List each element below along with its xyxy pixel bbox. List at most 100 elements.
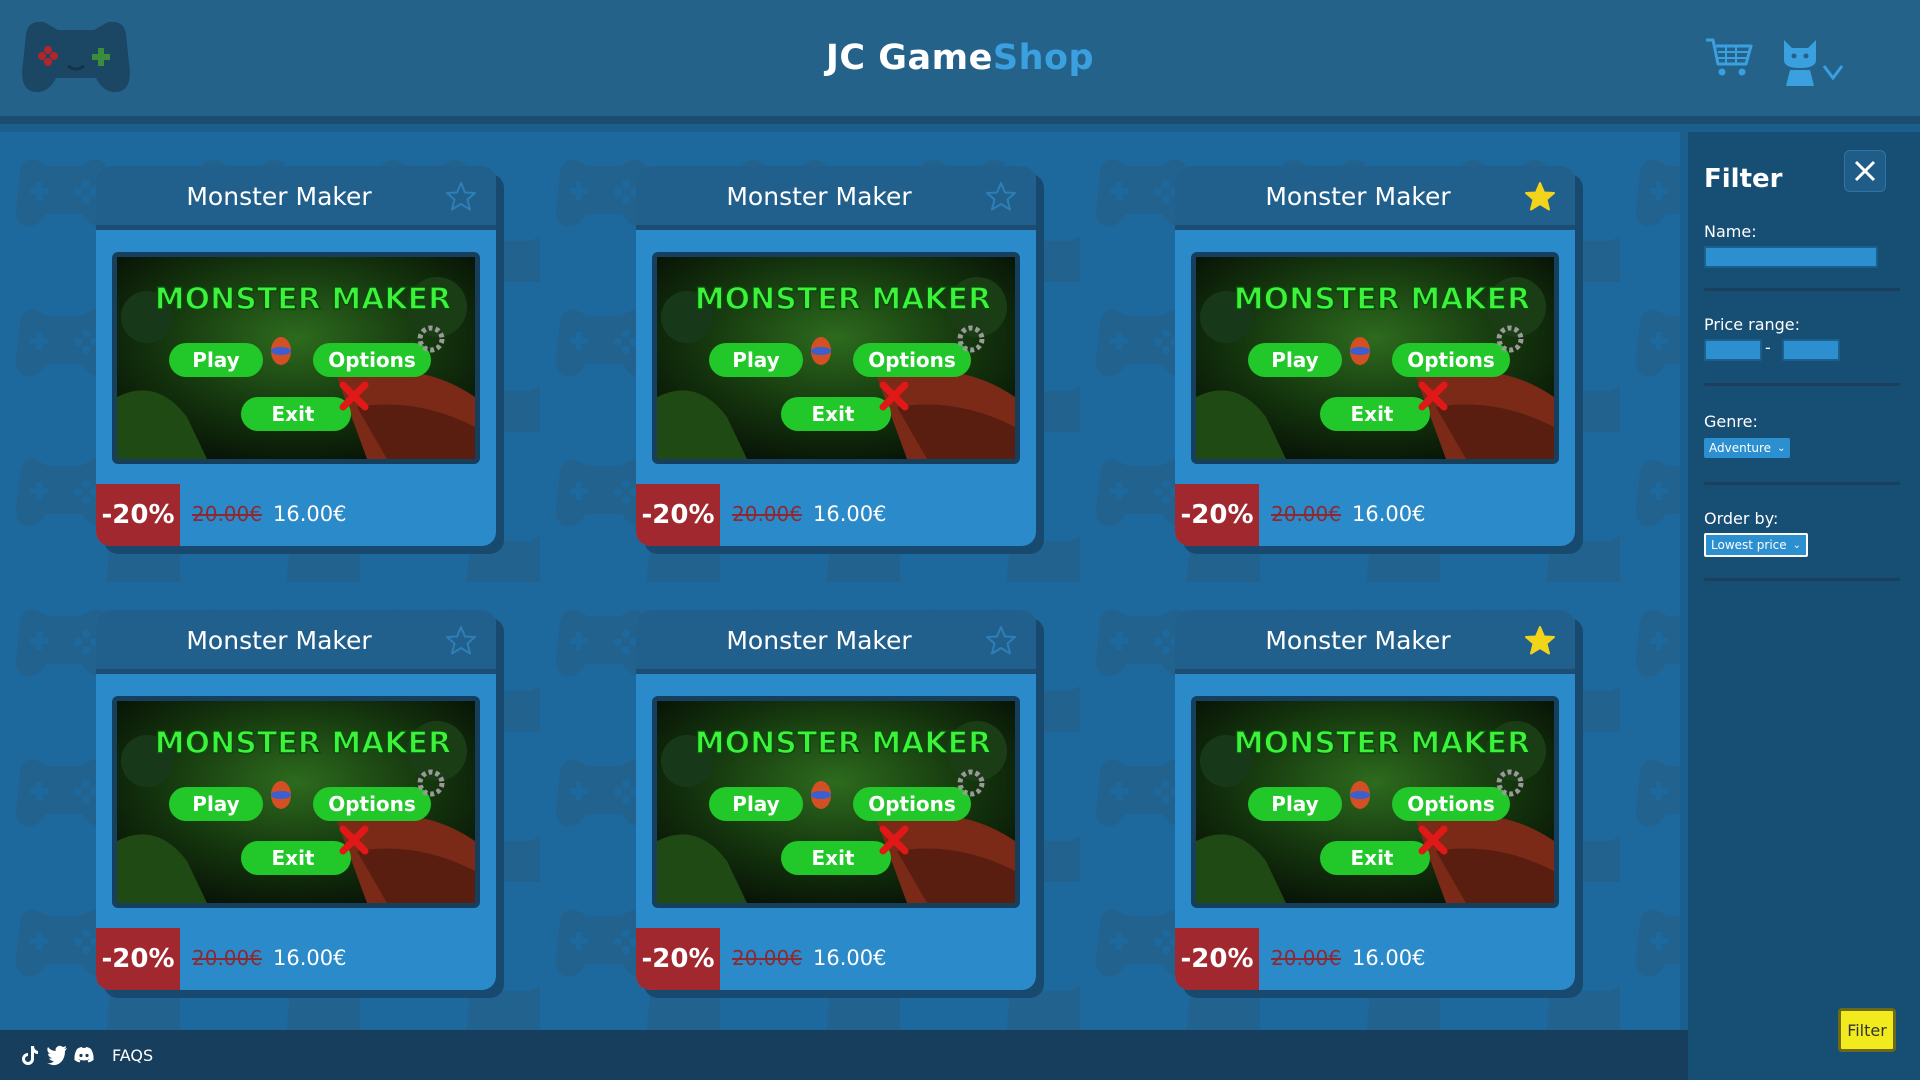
- thumbnail-options-text: Options: [1407, 792, 1495, 816]
- thumbnail-exit-text: Exit: [272, 846, 315, 870]
- site-title[interactable]: JC GameShop: [0, 38, 1920, 78]
- filter-title: Filter: [1704, 164, 1783, 194]
- product-title[interactable]: Monster Maker: [96, 626, 462, 655]
- card-body: Monster Maker MONSTER MAKER Play Options…: [636, 610, 1036, 990]
- name-label: Name:: [1704, 222, 1757, 241]
- card-body: Monster Maker MONSTER MAKER Play Options…: [636, 166, 1036, 546]
- sale-price: 16.00€: [1352, 946, 1426, 970]
- chevron-down-icon: ⌄: [1777, 442, 1786, 454]
- order-by-select[interactable]: Lowest price ⌄: [1704, 533, 1809, 557]
- thumbnail-exit-text: Exit: [1351, 402, 1394, 426]
- favorite-star-icon[interactable]: [1523, 180, 1557, 214]
- product-grid-area[interactable]: Monster Maker MONSTER MAKER Play Options…: [0, 132, 1680, 1030]
- thumbnail-play-text: Play: [192, 792, 239, 816]
- product-card[interactable]: Monster Maker MONSTER MAKER Play Options…: [636, 166, 1044, 554]
- sale-price: 16.00€: [1352, 502, 1426, 526]
- name-input[interactable]: [1704, 246, 1878, 268]
- original-price: 20.00€: [192, 946, 262, 970]
- thumbnail-logo-text: MONSTER MAKER: [695, 282, 991, 317]
- twitter-icon[interactable]: [45, 1043, 69, 1067]
- divider: [1704, 383, 1900, 386]
- thumbnail-play-text: Play: [1271, 348, 1318, 372]
- price-min-input[interactable]: [1704, 339, 1762, 361]
- thumbnail-options-text: Options: [868, 792, 956, 816]
- thumbnail-logo-text: MONSTER MAKER: [155, 282, 451, 317]
- card-header: Monster Maker: [636, 166, 1036, 230]
- card-header: Monster Maker: [96, 166, 496, 230]
- original-price: 20.00€: [192, 502, 262, 526]
- product-title[interactable]: Monster Maker: [636, 182, 1002, 211]
- product-title[interactable]: Monster Maker: [96, 182, 462, 211]
- footer: FAQS: [0, 1030, 1688, 1080]
- card-header: Monster Maker: [1175, 166, 1575, 230]
- discount-badge: -20%: [1175, 484, 1259, 546]
- chevron-down-icon: ⌄: [1792, 539, 1802, 551]
- filter-sidebar: Filter Name: Price range: - Genre: Adven…: [1688, 132, 1920, 1080]
- thumbnail-options-text: Options: [868, 348, 956, 372]
- card-header: Monster Maker: [96, 610, 496, 674]
- faqs-link[interactable]: FAQS: [112, 1046, 153, 1065]
- thumbnail-play-text: Play: [732, 792, 779, 816]
- price-range-separator: -: [1765, 338, 1771, 357]
- price-max-input[interactable]: [1782, 339, 1840, 361]
- thumbnail-exit-text: Exit: [812, 402, 855, 426]
- site-title-game: JC Game: [825, 38, 993, 78]
- thumbnail-exit-text: Exit: [272, 402, 315, 426]
- card-body: Monster Maker MONSTER MAKER Play Options…: [96, 610, 496, 990]
- sale-price: 16.00€: [813, 946, 887, 970]
- discount-badge: -20%: [636, 928, 720, 990]
- favorite-star-icon[interactable]: [984, 180, 1018, 214]
- product-card[interactable]: Monster Maker MONSTER MAKER Play Options…: [636, 610, 1044, 998]
- card-body: Monster Maker MONSTER MAKER Play Options…: [1175, 610, 1575, 990]
- genre-select[interactable]: Adventure ⌄: [1704, 438, 1791, 458]
- product-thumbnail[interactable]: MONSTER MAKER Play Options Exit: [652, 696, 1020, 908]
- card-header: Monster Maker: [636, 610, 1036, 674]
- divider: [1704, 578, 1900, 581]
- original-price: 20.00€: [1271, 502, 1341, 526]
- product-title[interactable]: Monster Maker: [1175, 626, 1541, 655]
- order-by-label: Order by:: [1704, 509, 1779, 528]
- close-filter-button[interactable]: [1844, 150, 1886, 192]
- thumbnail-options-text: Options: [328, 792, 416, 816]
- product-thumbnail[interactable]: MONSTER MAKER Play Options Exit: [1191, 252, 1559, 464]
- product-thumbnail[interactable]: MONSTER MAKER Play Options Exit: [652, 252, 1020, 464]
- original-price: 20.00€: [1271, 946, 1341, 970]
- product-thumbnail[interactable]: MONSTER MAKER Play Options Exit: [112, 696, 480, 908]
- thumbnail-play-text: Play: [732, 348, 779, 372]
- user-avatar-menu[interactable]: [1780, 36, 1856, 90]
- discount-badge: -20%: [96, 928, 180, 990]
- product-thumbnail[interactable]: MONSTER MAKER Play Options Exit: [112, 252, 480, 464]
- favorite-star-icon[interactable]: [1523, 624, 1557, 658]
- divider: [1704, 482, 1900, 485]
- tiktok-icon[interactable]: [18, 1043, 42, 1067]
- order-by-select-value: Lowest price: [1711, 538, 1787, 552]
- favorite-star-icon[interactable]: [444, 624, 478, 658]
- favorite-star-icon[interactable]: [444, 180, 478, 214]
- thumbnail-logo-text: MONSTER MAKER: [1234, 726, 1530, 761]
- genre-select-value: Adventure: [1709, 441, 1772, 455]
- favorite-star-icon[interactable]: [984, 624, 1018, 658]
- thumbnail-exit-text: Exit: [812, 846, 855, 870]
- product-title[interactable]: Monster Maker: [636, 626, 1002, 655]
- thumbnail-logo-text: MONSTER MAKER: [1234, 282, 1530, 317]
- user-cat-icon: [1784, 40, 1816, 86]
- product-title[interactable]: Monster Maker: [1175, 182, 1541, 211]
- sale-price: 16.00€: [813, 502, 887, 526]
- product-card[interactable]: Monster Maker MONSTER MAKER Play Options…: [96, 610, 504, 998]
- thumbnail-logo-text: MONSTER MAKER: [155, 726, 451, 761]
- sale-price: 16.00€: [273, 502, 347, 526]
- product-card[interactable]: Monster Maker MONSTER MAKER Play Options…: [1175, 610, 1583, 998]
- thumbnail-play-text: Play: [1271, 792, 1318, 816]
- card-body: Monster Maker MONSTER MAKER Play Options…: [96, 166, 496, 546]
- product-card[interactable]: Monster Maker MONSTER MAKER Play Options…: [1175, 166, 1583, 554]
- thumbnail-play-text: Play: [192, 348, 239, 372]
- shopping-cart-icon[interactable]: [1704, 36, 1754, 78]
- apply-filter-button[interactable]: Filter: [1838, 1008, 1896, 1052]
- top-header: JC GameShop: [0, 0, 1920, 124]
- discord-icon[interactable]: [72, 1043, 96, 1067]
- product-thumbnail[interactable]: MONSTER MAKER Play Options Exit: [1191, 696, 1559, 908]
- price-range-label: Price range:: [1704, 315, 1801, 334]
- site-title-shop: Shop: [992, 38, 1095, 78]
- discount-badge: -20%: [1175, 928, 1259, 990]
- product-card[interactable]: Monster Maker MONSTER MAKER Play Options…: [96, 166, 504, 554]
